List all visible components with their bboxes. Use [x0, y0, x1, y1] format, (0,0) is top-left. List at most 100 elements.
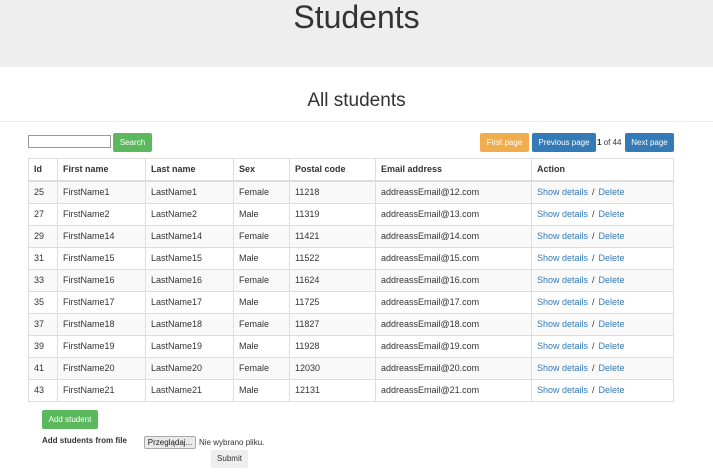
action-separator: /	[592, 363, 595, 373]
delete-link[interactable]: Delete	[599, 319, 625, 329]
cell-last-name: LastName17	[145, 291, 234, 314]
delete-link[interactable]: Delete	[599, 231, 625, 241]
cell-first-name: FirstName16	[57, 269, 146, 292]
cell-postal-code: 11928	[289, 335, 376, 358]
delete-link[interactable]: Delete	[599, 187, 625, 197]
cell-sex: Female	[233, 357, 290, 380]
submit-button[interactable]: Submit	[211, 450, 248, 468]
show-details-link[interactable]: Show details	[537, 363, 588, 373]
search-input[interactable]	[28, 135, 111, 148]
section-title: All students	[307, 90, 406, 111]
cell-last-name: LastName14	[145, 225, 234, 248]
cell-id: 33	[28, 269, 58, 292]
show-details-link[interactable]: Show details	[537, 319, 588, 329]
first-page-button[interactable]: First page	[480, 133, 529, 152]
cell-id: 27	[28, 203, 58, 226]
cell-email: addreassEmail@13.com	[375, 203, 532, 226]
table-row: 27 FirstName2 LastName2 Male 11319 addreassEm…	[28, 203, 674, 226]
delete-link[interactable]: Delete	[599, 209, 625, 219]
cell-sex: Female	[233, 313, 290, 336]
cell-email: addreassEmail@17.com	[375, 291, 532, 314]
cell-action: Show details / Delete	[531, 203, 674, 226]
cell-id: 43	[28, 379, 58, 402]
action-separator: /	[592, 319, 595, 329]
cell-postal-code: 11218	[289, 180, 376, 204]
next-page-button[interactable]: Next page	[625, 133, 674, 152]
cell-id: 29	[28, 225, 58, 248]
action-separator: /	[592, 209, 595, 219]
cell-first-name: FirstName21	[57, 379, 146, 402]
cell-action: Show details / Delete	[531, 291, 674, 314]
previous-page-button[interactable]: Previous page	[532, 133, 596, 152]
show-details-link[interactable]: Show details	[537, 341, 588, 351]
show-details-link[interactable]: Show details	[537, 209, 588, 219]
action-separator: /	[592, 385, 595, 395]
cell-sex: Female	[233, 180, 290, 204]
show-details-link[interactable]: Show details	[537, 275, 588, 285]
table-row: 37 FirstName18 LastName18 Female 11827 addrea…	[28, 313, 674, 336]
cell-first-name: FirstName19	[57, 335, 146, 358]
action-separator: /	[592, 231, 595, 241]
delete-link[interactable]: Delete	[599, 297, 625, 307]
table-row: 29 FirstName14 LastName14 Female 11421 addrea…	[28, 225, 674, 248]
browse-file-button[interactable]: Przeglądaj...	[144, 436, 196, 449]
delete-link[interactable]: Delete	[599, 275, 625, 285]
cell-email: addreassEmail@20.com	[375, 357, 532, 380]
page-total: of 44	[601, 138, 622, 147]
cell-email: addreassEmail@15.com	[375, 247, 532, 270]
show-details-link[interactable]: Show details	[537, 187, 588, 197]
table-row: 43 FirstName21 LastName21 Male 12131 addreass…	[28, 379, 674, 402]
cell-last-name: LastName19	[145, 335, 234, 358]
cell-action: Show details / Delete	[531, 313, 674, 336]
cell-email: addreassEmail@16.com	[375, 269, 532, 292]
column-header-action: Action	[531, 158, 674, 182]
cell-first-name: FirstName18	[57, 313, 146, 336]
cell-id: 39	[28, 335, 58, 358]
column-header-first-name: First name	[57, 158, 146, 182]
action-separator: /	[592, 187, 595, 197]
cell-first-name: FirstName17	[57, 291, 146, 314]
cell-postal-code: 11319	[289, 203, 376, 226]
column-header-postal-code: Postal code	[289, 158, 376, 182]
cell-id: 25	[28, 180, 58, 204]
show-details-link[interactable]: Show details	[537, 231, 588, 241]
cell-postal-code: 11522	[289, 247, 376, 270]
cell-first-name: FirstName1	[57, 180, 146, 204]
cell-postal-code: 12131	[289, 379, 376, 402]
cell-action: Show details / Delete	[531, 225, 674, 248]
show-details-link[interactable]: Show details	[537, 385, 588, 395]
table-row: 41 FirstName20 LastName20 Female 12030 addrea…	[28, 357, 674, 380]
cell-postal-code: 12030	[289, 357, 376, 380]
cell-postal-code: 11725	[289, 291, 376, 314]
file-status-text: Nie wybrano pliku.	[199, 438, 265, 447]
show-details-link[interactable]: Show details	[537, 297, 588, 307]
cell-postal-code: 11421	[289, 225, 376, 248]
table-row: 33 FirstName16 LastName16 Female 11624 addrea…	[28, 269, 674, 292]
students-table: Id First name Last name Sex Postal code …	[28, 158, 674, 402]
cell-last-name: LastName21	[145, 379, 234, 402]
delete-link[interactable]: Delete	[599, 363, 625, 373]
add-student-button[interactable]: Add student	[42, 410, 98, 429]
table-row: 25 FirstName1 LastName1 Female 11218 addreass…	[28, 180, 674, 204]
cell-id: 41	[28, 357, 58, 380]
table-row: 39 FirstName19 LastName19 Male 11928 addreass…	[28, 335, 674, 358]
show-details-link[interactable]: Show details	[537, 253, 588, 263]
cell-email: addreassEmail@14.com	[375, 225, 532, 248]
cell-action: Show details / Delete	[531, 379, 674, 402]
cell-action: Show details / Delete	[531, 357, 674, 380]
column-header-sex: Sex	[233, 158, 290, 182]
action-separator: /	[592, 253, 595, 263]
cell-first-name: FirstName15	[57, 247, 146, 270]
action-separator: /	[592, 275, 595, 285]
cell-last-name: LastName15	[145, 247, 234, 270]
delete-link[interactable]: Delete	[599, 385, 625, 395]
cell-postal-code: 11827	[289, 313, 376, 336]
cell-email: addreassEmail@21.com	[375, 379, 532, 402]
column-header-email: Email address	[375, 158, 532, 182]
search-button[interactable]: Search	[113, 133, 152, 152]
cell-last-name: LastName2	[145, 203, 234, 226]
cell-email: addreassEmail@12.com	[375, 180, 532, 204]
cell-sex: Male	[233, 291, 290, 314]
delete-link[interactable]: Delete	[599, 253, 625, 263]
delete-link[interactable]: Delete	[599, 341, 625, 351]
